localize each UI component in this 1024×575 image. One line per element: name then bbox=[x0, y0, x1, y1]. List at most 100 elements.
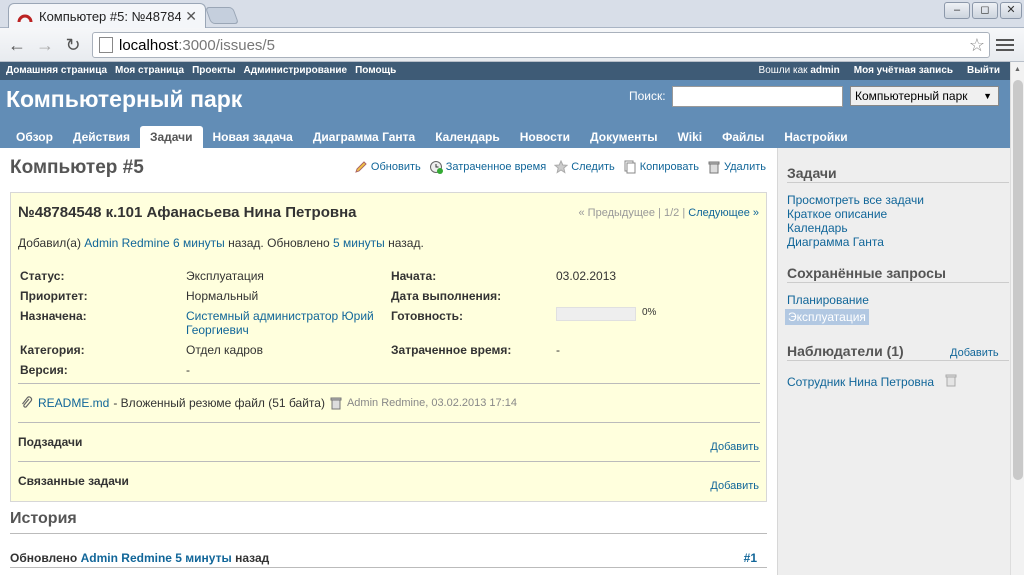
tab-files[interactable]: Файлы bbox=[712, 126, 774, 148]
top-menu: Домашняя страница Моя страница Проекты А… bbox=[0, 62, 1010, 80]
prev-link[interactable]: « Предыдущее bbox=[579, 207, 655, 219]
star-icon bbox=[554, 160, 569, 174]
reload-icon[interactable]: ↻ bbox=[62, 34, 84, 56]
my-account-link[interactable]: Моя учётная запись bbox=[854, 65, 953, 76]
sidebar-link-all-issues[interactable]: Просмотреть все задачи bbox=[787, 193, 924, 207]
scroll-thumb[interactable] bbox=[1013, 80, 1023, 480]
top-link-home[interactable]: Домашняя страница bbox=[6, 65, 107, 76]
close-window-button[interactable]: ✕ bbox=[1000, 2, 1022, 19]
search-input[interactable] bbox=[672, 86, 843, 107]
main-menu: Обзор Действия Задачи Новая задача Диагр… bbox=[6, 126, 858, 148]
copy-label: Копировать bbox=[639, 161, 699, 173]
logged-user-link[interactable]: admin bbox=[810, 65, 839, 76]
assigned-user-link[interactable]: Системный администратор Юрий Георгиевич bbox=[186, 309, 374, 337]
tab-close-icon[interactable]: ✕ bbox=[185, 8, 197, 25]
progress-bar bbox=[556, 307, 636, 321]
delete-label: Удалить bbox=[724, 161, 766, 173]
spent-value: - bbox=[556, 343, 560, 357]
top-link-help[interactable]: Помощь bbox=[355, 65, 396, 76]
add-subtask-link[interactable]: Добавить bbox=[710, 441, 759, 453]
delete-button[interactable]: Удалить bbox=[707, 160, 766, 174]
copy-button[interactable]: Копировать bbox=[623, 160, 699, 174]
page-icon bbox=[99, 37, 113, 53]
related-heading: Связанные задачи bbox=[18, 474, 129, 488]
bookmark-star-icon[interactable]: ☆ bbox=[969, 35, 985, 56]
version-value: - bbox=[186, 363, 190, 377]
journal-number-link[interactable]: #1 bbox=[744, 551, 757, 565]
logout-link[interactable]: Выйти bbox=[967, 65, 1000, 76]
page-scrollbar[interactable]: ▲ bbox=[1010, 62, 1024, 575]
journal-header: Обновлено Admin Redmine 5 минуты назад #… bbox=[10, 551, 767, 565]
watcher-link[interactable]: Сотрудник Нина Петровна bbox=[787, 375, 934, 389]
project-header: Компьютерный парк Поиск: Компьютерный па… bbox=[0, 80, 1010, 148]
sidebar-link-gantt[interactable]: Диаграмма Ганта bbox=[787, 235, 884, 249]
category-label: Категория: bbox=[20, 343, 85, 357]
project-select-value: Компьютерный парк bbox=[855, 89, 968, 103]
logged-as-label: Вошли как bbox=[758, 65, 808, 76]
journal-ago-word: назад bbox=[235, 551, 270, 565]
add-watcher-link[interactable]: Добавить bbox=[950, 347, 999, 359]
tab-activity[interactable]: Действия bbox=[63, 126, 140, 148]
issue-pager: « Предыдущее | 1/2 | Следующее » bbox=[578, 207, 760, 219]
address-bar[interactable]: localhost:3000/issues/5 ☆ bbox=[92, 32, 990, 58]
browser-tabbar: Компьютер #5: №48784 ✕ – ◻ ✕ bbox=[0, 0, 1024, 29]
author-link[interactable]: Admin Redmine bbox=[84, 236, 169, 250]
tab-news[interactable]: Новости bbox=[510, 126, 580, 148]
sidebar-link-calendar[interactable]: Календарь bbox=[787, 221, 848, 235]
redmine-favicon-icon bbox=[17, 14, 33, 22]
attachment-meta: Admin Redmine, 03.02.2013 17:14 bbox=[346, 397, 517, 409]
start-label: Начата: bbox=[391, 269, 437, 283]
tab-settings[interactable]: Настройки bbox=[774, 126, 857, 148]
watch-button[interactable]: Следить bbox=[554, 160, 615, 174]
tab-calendar[interactable]: Календарь bbox=[425, 126, 510, 148]
chrome-menu-icon[interactable] bbox=[996, 36, 1014, 52]
forward-arrow-icon[interactable]: → bbox=[34, 34, 56, 56]
attachment-row: README.md - Вложенный резюме файл (51 ба… bbox=[20, 396, 517, 410]
divider bbox=[10, 567, 767, 568]
spent-label: Затраченное время: bbox=[391, 343, 512, 357]
url-host: localhost bbox=[119, 36, 179, 54]
tab-gantt[interactable]: Диаграмма Ганта bbox=[303, 126, 425, 148]
issue-subject: №48784548 к.101 Афанасьева Нина Петровна bbox=[18, 204, 357, 221]
tab-wiki[interactable]: Wiki bbox=[668, 126, 713, 148]
top-link-admin[interactable]: Администрирование bbox=[244, 65, 348, 76]
updated-ago-link[interactable]: 5 минуты bbox=[333, 236, 385, 250]
new-tab-button[interactable] bbox=[204, 7, 240, 24]
category-value: Отдел кадров bbox=[186, 343, 263, 357]
back-arrow-icon[interactable]: ← bbox=[6, 34, 28, 56]
copy-icon bbox=[624, 160, 636, 174]
url-path: :3000/issues/5 bbox=[178, 36, 275, 54]
main-content: Компьютер #5 Обновить Затраченное время … bbox=[0, 148, 778, 575]
journal-author-link[interactable]: Admin Redmine bbox=[81, 551, 172, 565]
journal-ago-link[interactable]: 5 минуты bbox=[175, 551, 231, 565]
edit-button[interactable]: Обновить bbox=[354, 160, 421, 174]
saved-queries-heading: Сохранённые запросы bbox=[787, 265, 946, 281]
journal-updated-label: Обновлено bbox=[10, 551, 78, 565]
added-ago-link[interactable]: 6 минуты bbox=[173, 236, 225, 250]
top-link-projects[interactable]: Проекты bbox=[192, 65, 235, 76]
attachment-delete-icon[interactable] bbox=[329, 396, 343, 410]
trash-icon bbox=[708, 161, 720, 174]
scroll-up-icon[interactable]: ▲ bbox=[1014, 66, 1021, 73]
minimize-button[interactable]: – bbox=[944, 2, 970, 19]
add-relation-link[interactable]: Добавить bbox=[710, 480, 759, 492]
next-link[interactable]: Следующее » bbox=[688, 207, 759, 219]
tab-new-issue[interactable]: Новая задача bbox=[203, 126, 303, 148]
tab-documents[interactable]: Документы bbox=[580, 126, 667, 148]
query-planning[interactable]: Планирование bbox=[787, 293, 869, 307]
attachment-link[interactable]: README.md bbox=[38, 396, 109, 410]
tab-issues[interactable]: Задачи bbox=[139, 126, 203, 148]
top-link-mypage[interactable]: Моя страница bbox=[115, 65, 184, 76]
issue-box: №48784548 к.101 Афанасьева Нина Петровна… bbox=[10, 192, 767, 502]
priority-value: Нормальный bbox=[186, 289, 259, 303]
project-select[interactable]: Компьютерный парк ▼ bbox=[850, 86, 999, 106]
remove-watcher-icon[interactable] bbox=[944, 373, 958, 387]
sidebar-link-summary[interactable]: Краткое описание bbox=[787, 207, 887, 221]
ago-word: назад. bbox=[228, 236, 264, 250]
query-operation-selected[interactable]: Эксплуатация bbox=[785, 309, 869, 325]
browser-tab[interactable]: Компьютер #5: №48784 ✕ bbox=[8, 3, 206, 29]
divider bbox=[787, 282, 1009, 283]
log-time-button[interactable]: Затраченное время bbox=[429, 160, 546, 174]
tab-overview[interactable]: Обзор bbox=[6, 126, 63, 148]
maximize-button[interactable]: ◻ bbox=[972, 2, 998, 19]
